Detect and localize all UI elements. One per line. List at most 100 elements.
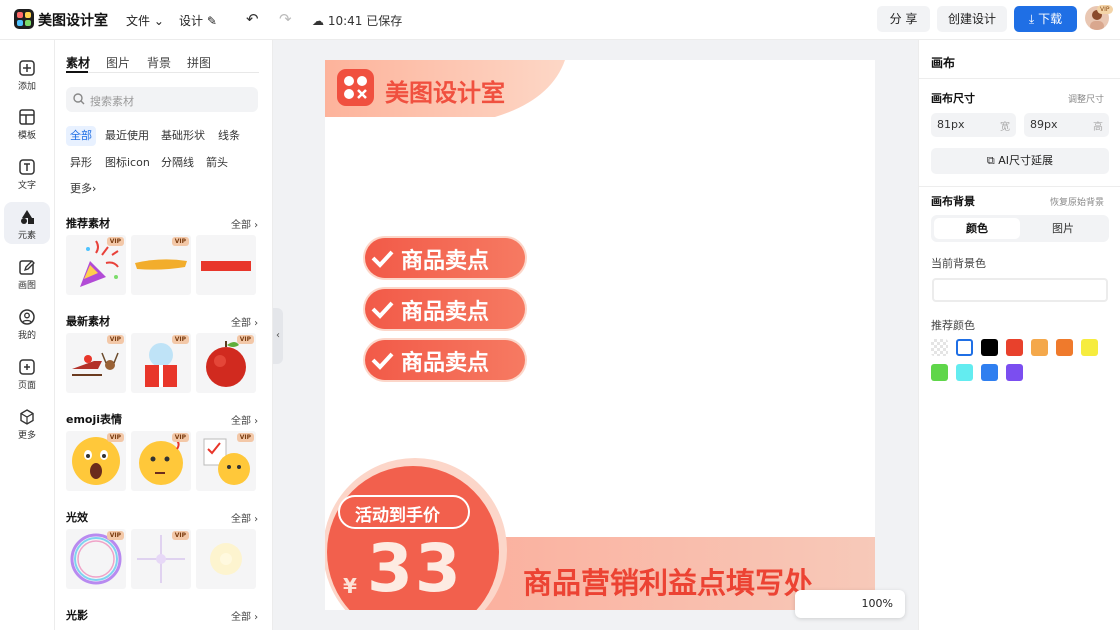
user-icon	[19, 309, 35, 325]
app-logo-icon[interactable]	[14, 9, 34, 29]
asset-thumb-apple[interactable]: VIP	[196, 333, 256, 393]
section-all-link[interactable]: 全部 ›	[231, 314, 258, 329]
share-button[interactable]: 分 享	[877, 6, 930, 32]
price-value: 33	[367, 530, 463, 607]
download-label: 下载	[1038, 12, 1063, 26]
selling-point-text: 商品卖点	[401, 300, 490, 325]
currency-symbol: ¥	[343, 574, 357, 598]
color-swatch[interactable]	[1006, 364, 1023, 381]
color-swatch[interactable]	[1031, 339, 1048, 356]
vip-badge: VIP	[236, 335, 254, 344]
search-input[interactable]: 搜索素材	[66, 87, 258, 112]
template-icon	[19, 109, 35, 125]
chip-dividers[interactable]: 分隔线	[157, 153, 198, 173]
section-all-link[interactable]: 全部 ›	[231, 510, 258, 525]
width-field[interactable]: 81px 宽	[931, 113, 1016, 137]
page-add-icon	[19, 359, 35, 375]
zoom-control[interactable]: 100%	[795, 590, 905, 618]
selling-point-text: 商品卖点	[401, 249, 490, 274]
nav-label: 文字	[17, 181, 36, 191]
nav-item-template[interactable]: 模板	[4, 102, 50, 144]
color-swatch[interactable]	[1081, 339, 1098, 356]
vip-badge: VIP	[171, 433, 189, 442]
banner-text: 商品营销利益点填写处	[523, 566, 814, 600]
pencil-icon	[19, 260, 35, 275]
asset-thumb-bubble[interactable]: VIP	[66, 529, 126, 589]
chip-more[interactable]: 更多›	[66, 179, 100, 199]
chip-all[interactable]: 全部	[66, 126, 96, 146]
file-menu[interactable]: 文件 ⌄	[126, 12, 164, 29]
nav-item-mine[interactable]: 我的	[4, 302, 50, 344]
asset-thumb-emoji-scared[interactable]: VIP	[66, 431, 126, 491]
color-swatch[interactable]	[1056, 339, 1073, 356]
color-swatch[interactable]	[981, 364, 998, 381]
asset-thumb-brush-stroke[interactable]: VIP	[131, 235, 191, 295]
chevron-down-icon: ⌄	[153, 14, 164, 28]
color-swatch[interactable]	[931, 339, 948, 356]
nav-label: 更多	[17, 431, 36, 441]
canvas-artwork	[325, 60, 875, 610]
tab-images[interactable]: 图片	[106, 54, 130, 71]
segment-color[interactable]: 颜色	[934, 218, 1020, 239]
chip-lines[interactable]: 线条	[214, 126, 244, 146]
shapes-icon	[21, 210, 34, 224]
current-bg-color-swatch[interactable]	[932, 278, 1108, 302]
nav-label: 模板	[17, 131, 36, 141]
nav-item-text[interactable]: 文字	[4, 152, 50, 194]
current-bg-label: 当前背景色	[931, 257, 986, 270]
nav-item-add[interactable]: 添加	[4, 53, 50, 95]
ai-resize-icon: ⧉	[986, 154, 995, 167]
color-swatch[interactable]	[956, 364, 973, 381]
design-canvas[interactable]: 美图设计室 商品卖点 商品卖点 商品卖点 活动到手价 ¥ 33 商品营销利益点填…	[325, 60, 875, 610]
vip-badge: VIP	[171, 335, 189, 344]
asset-thumb-sleigh[interactable]: VIP	[66, 333, 126, 393]
undo-icon[interactable]: ↶	[246, 10, 259, 28]
nav-item-draw[interactable]: 画图	[4, 252, 50, 294]
asset-thumb-party-popper[interactable]: VIP	[66, 235, 126, 295]
tab-materials[interactable]: 素材	[66, 54, 90, 71]
asset-thumb-snow-globe-gift[interactable]: VIP	[131, 333, 191, 393]
height-field[interactable]: 89px 高	[1024, 113, 1109, 137]
redo-icon[interactable]: ↷	[279, 10, 292, 28]
chip-special-shapes[interactable]: 异形	[66, 153, 96, 173]
app-name[interactable]: 美图设计室	[38, 10, 108, 30]
asset-thumb-sparkle[interactable]: VIP	[131, 529, 191, 589]
tab-collage[interactable]: 拼图	[187, 54, 211, 71]
download-button[interactable]: ⤓ 下载	[1014, 6, 1077, 32]
design-menu[interactable]: 设计 ✎	[179, 12, 217, 29]
ai-extend-button[interactable]: ⧉ AI尺寸延展	[931, 148, 1109, 174]
chip-icons[interactable]: 图标icon	[101, 153, 154, 173]
asset-thumb-emoji-checklist[interactable]: VIP	[196, 431, 256, 491]
color-swatch[interactable]	[931, 364, 948, 381]
create-design-button[interactable]: 创建设计	[937, 6, 1007, 32]
tab-backgrounds[interactable]: 背景	[147, 54, 171, 71]
chip-arrows[interactable]: 箭头	[202, 153, 232, 173]
nav-item-more[interactable]: 更多	[4, 402, 50, 444]
chip-basic-shapes[interactable]: 基础形状	[157, 126, 209, 146]
height-unit: 高	[1093, 122, 1103, 133]
panel-collapse-handle[interactable]: ‹	[273, 308, 283, 364]
color-swatch[interactable]	[981, 339, 998, 356]
section-title-light-shadow: 光影	[66, 609, 88, 622]
asset-thumb-emoji-thinking[interactable]: VIP	[131, 431, 191, 491]
asset-thumb-glow[interactable]	[196, 529, 256, 589]
section-all-link[interactable]: 全部 ›	[231, 412, 258, 427]
section-all-label: 全部	[231, 416, 251, 427]
color-swatch[interactable]	[956, 339, 973, 356]
download-icon: ⤓	[1028, 12, 1035, 26]
nav-item-page[interactable]: 页面	[4, 352, 50, 394]
color-swatch[interactable]	[1006, 339, 1023, 356]
adjust-size-link[interactable]: 调整尺寸	[1068, 92, 1104, 105]
segment-image[interactable]: 图片	[1020, 218, 1106, 239]
asset-thumb-red-bar[interactable]	[196, 235, 256, 295]
plus-square-icon	[19, 60, 35, 76]
section-title-emoji: emoji表情	[66, 413, 123, 426]
search-placeholder: 搜索素材	[90, 95, 134, 108]
edit-icon: ✎	[206, 14, 217, 28]
section-all-link[interactable]: 全部 ›	[231, 608, 258, 623]
cube-icon	[20, 409, 34, 425]
chip-recent[interactable]: 最近使用	[101, 126, 153, 146]
section-all-link[interactable]: 全部 ›	[231, 216, 258, 231]
nav-item-elements[interactable]: 元素	[4, 202, 50, 244]
restore-bg-link[interactable]: 恢复原始背景	[1050, 195, 1104, 208]
